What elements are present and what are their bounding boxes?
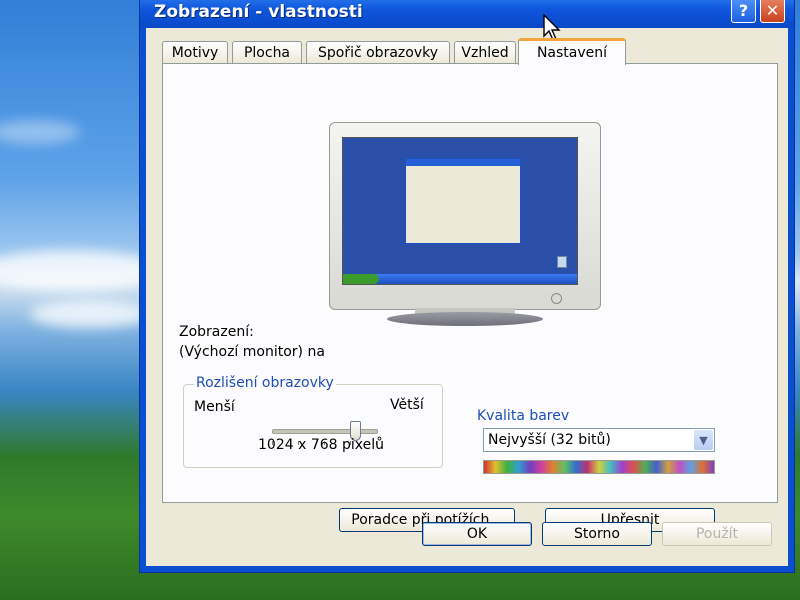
tab-sporic-obrazovky[interactable]: Spořič obrazovky (306, 41, 450, 63)
display-value: (Výchozí monitor) na (179, 344, 325, 360)
settings-panel: Zobrazení: (Výchozí monitor) na Rozlišen… (162, 63, 778, 532)
color-spectrum-preview (483, 460, 715, 474)
help-icon[interactable]: ? (731, 0, 756, 23)
display-label: Zobrazení: (179, 324, 254, 340)
cloud-decoration (30, 300, 150, 328)
recycle-bin-icon (557, 256, 567, 268)
color-quality-value: Nejvyšší (32 bitů) (488, 432, 611, 448)
color-quality-select[interactable]: Nejvyšší (32 bitů) ▼ (483, 428, 715, 452)
cloud-decoration (0, 120, 80, 144)
power-icon (551, 293, 562, 304)
ok-button[interactable]: OK (422, 522, 532, 546)
tab-motivy[interactable]: Motivy (162, 41, 228, 63)
resolution-slider-track[interactable] (272, 429, 378, 434)
resolution-less-label: Menší (194, 399, 235, 415)
window-title: Zobrazení - vlastnosti (154, 2, 363, 22)
tab-plocha[interactable]: Plocha (232, 41, 302, 63)
tab-vzhled[interactable]: Vzhled (454, 41, 516, 63)
resolution-more-label: Větší (390, 397, 424, 413)
resolution-group-label: Rozlišení obrazovky (194, 375, 336, 391)
resolution-group: Rozlišení obrazovky Menší Větší 1024 x 7… (183, 375, 443, 468)
monitor-screen (342, 137, 578, 285)
dialog-client-area: Motivy Plocha Spořič obrazovky Vzhled Na… (146, 28, 788, 566)
title-bar[interactable]: Zobrazení - vlastnosti ? ✕ (140, 0, 794, 28)
tab-nastaveni[interactable]: Nastavení (518, 38, 626, 65)
preview-taskbar (343, 274, 577, 284)
display-properties-window: Zobrazení - vlastnosti ? ✕ Motivy Plocha… (140, 0, 794, 572)
apply-button[interactable]: Použít (662, 522, 772, 546)
close-icon[interactable]: ✕ (760, 0, 785, 23)
desktop-background: Zobrazení - vlastnosti ? ✕ Motivy Plocha… (0, 0, 800, 600)
monitor-base (387, 312, 543, 326)
resolution-value: 1024 x 768 pixelů (258, 437, 384, 453)
cloud-decoration (0, 250, 160, 290)
cancel-button[interactable]: Storno (542, 522, 652, 546)
preview-window (405, 158, 521, 244)
chevron-down-icon[interactable]: ▼ (694, 430, 713, 450)
color-quality-label: Kvalita barev (475, 408, 572, 424)
start-button-icon (343, 274, 379, 284)
monitor-preview (329, 122, 601, 310)
